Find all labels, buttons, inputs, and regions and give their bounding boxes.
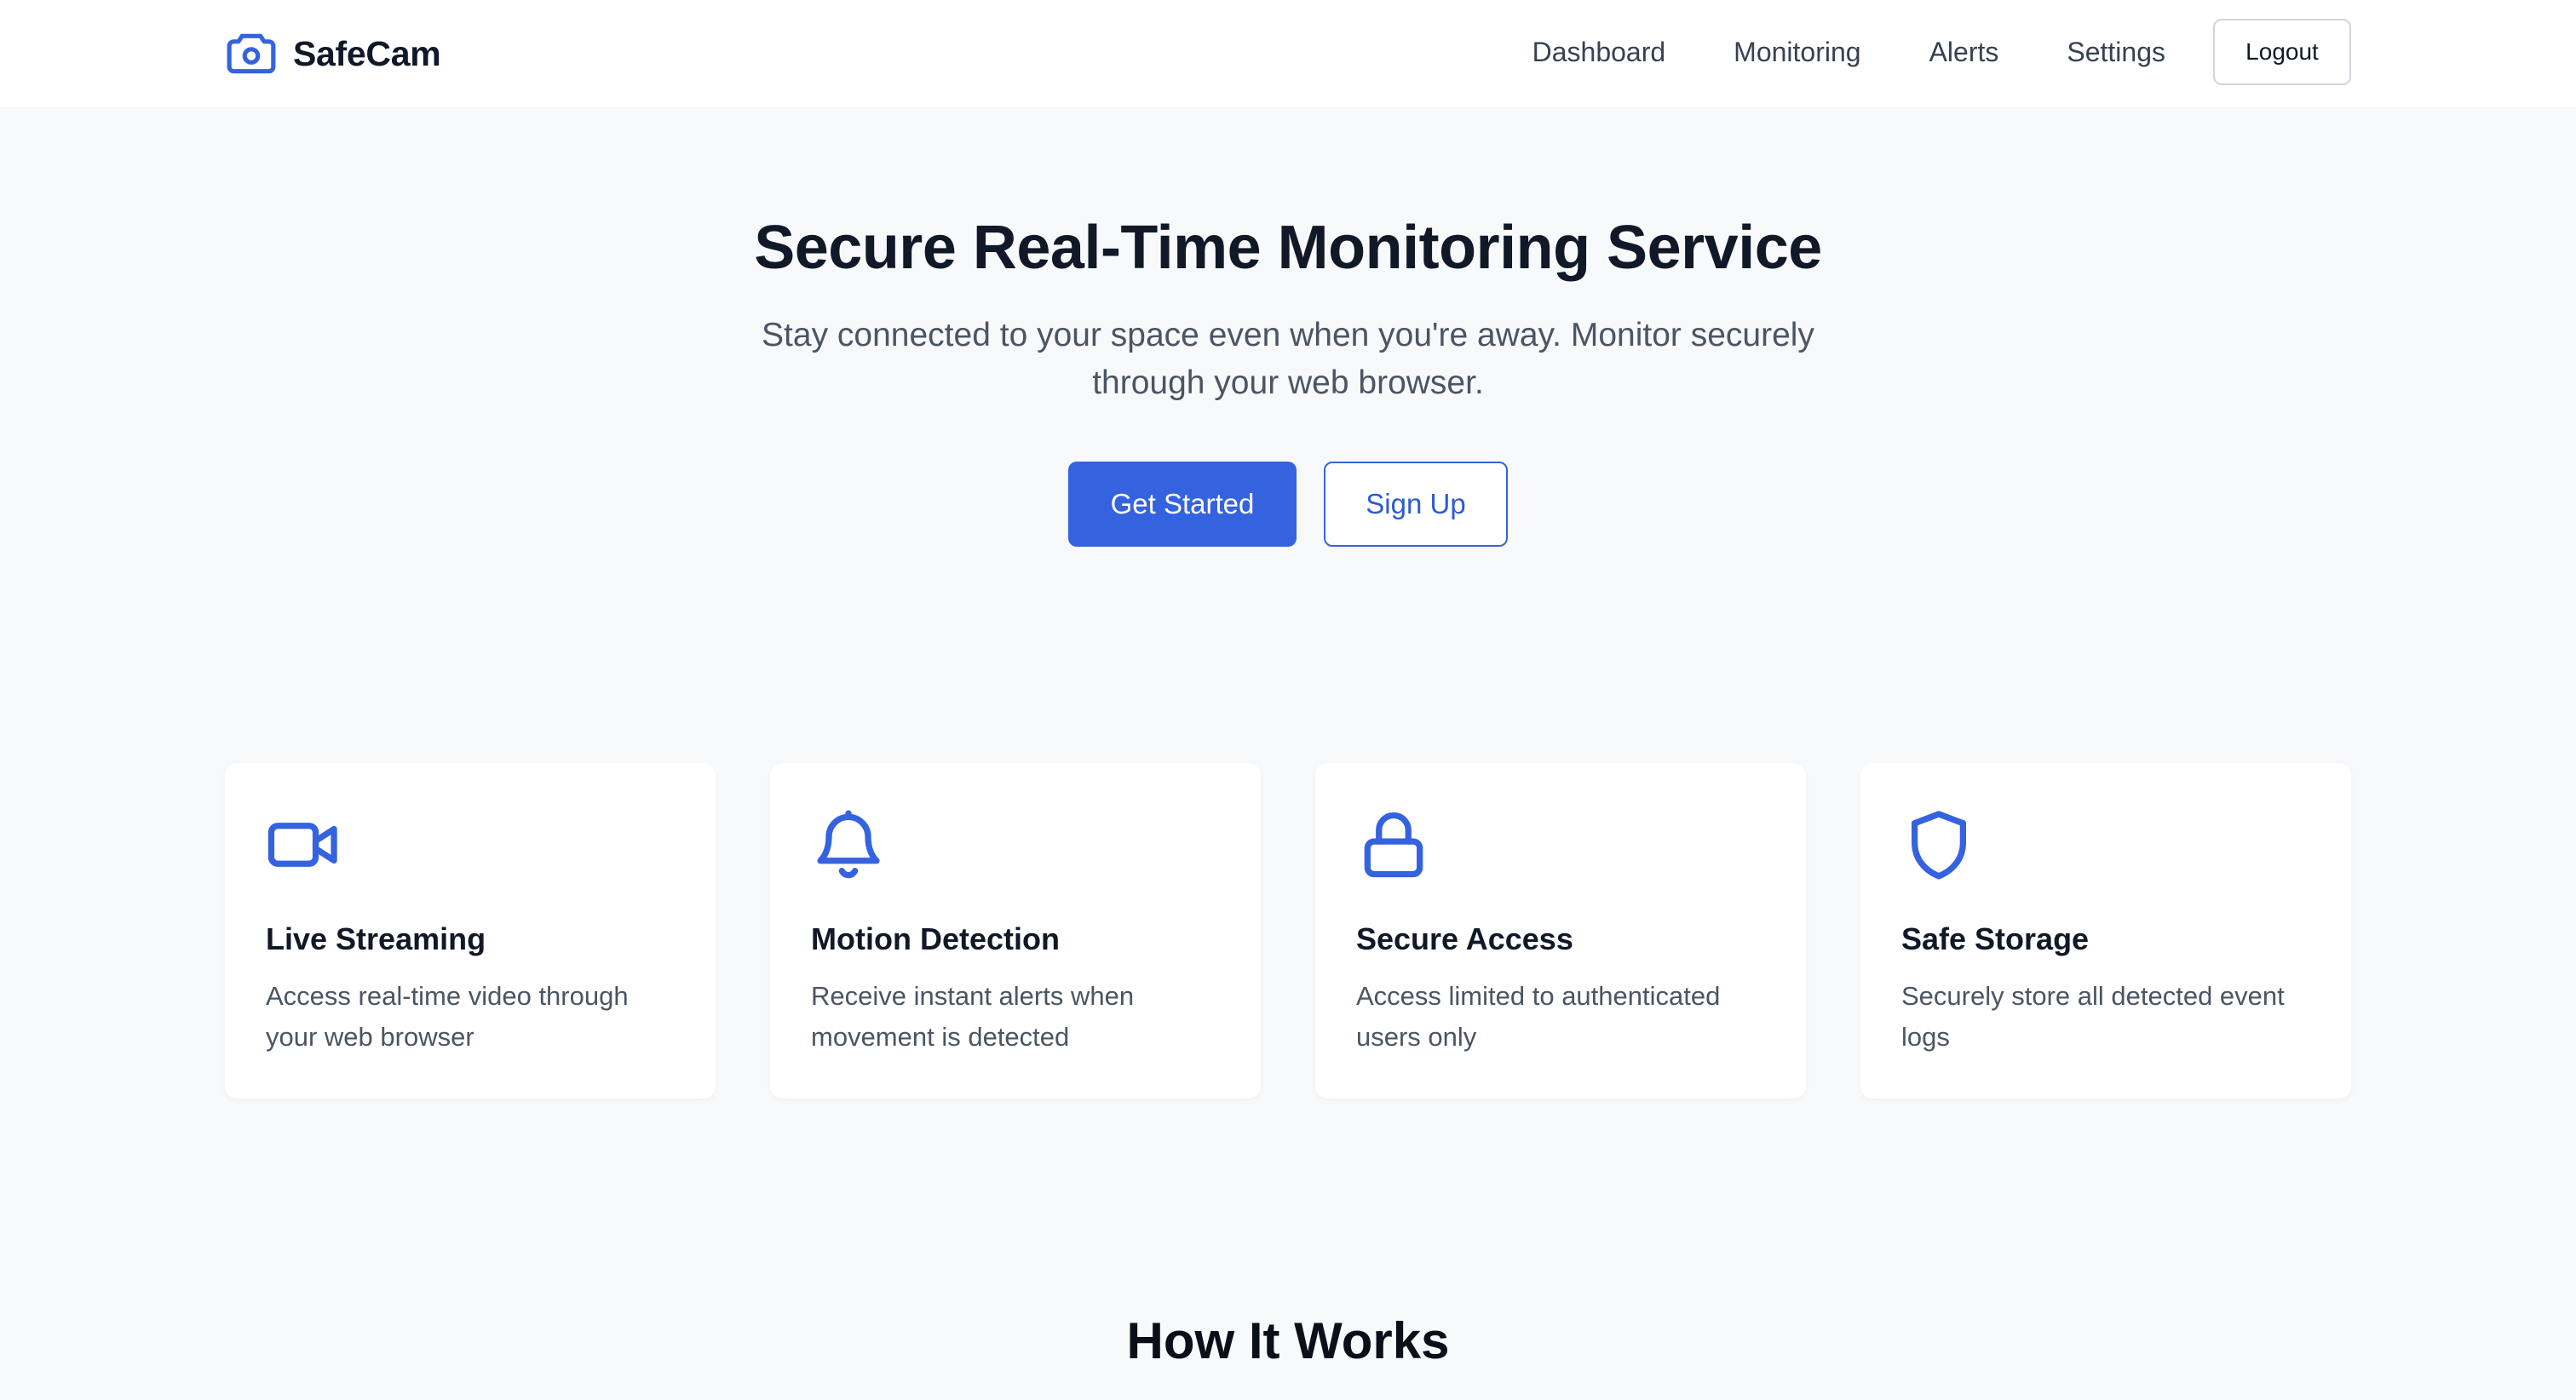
hero-subtitle: Stay connected to your space even when y… <box>762 317 1814 401</box>
camera-icon <box>227 33 276 74</box>
shield-icon <box>1911 811 1967 880</box>
feature-description: Receive instant alerts when movement is … <box>811 981 1135 1052</box>
feature-card-safe-storage: Safe Storage Securely store all detected… <box>1860 763 2351 1099</box>
top-navbar: SafeCam Dashboard Monitoring Alerts Sett… <box>0 0 2576 107</box>
feature-description: Securely store all detected event logs <box>1901 981 2285 1052</box>
feature-title: Secure Access <box>1356 921 1573 956</box>
sign-up-button[interactable]: Sign Up <box>1324 462 1508 547</box>
main-nav: Dashboard Monitoring Alerts Settings Log… <box>1532 19 2351 85</box>
nav-link-monitoring[interactable]: Monitoring <box>1734 37 1860 68</box>
video-camera-icon <box>267 823 337 867</box>
nav-link-dashboard[interactable]: Dashboard <box>1532 37 1666 68</box>
logout-button[interactable]: Logout <box>2213 19 2351 85</box>
brand-logo[interactable]: SafeCam <box>225 29 441 78</box>
hero-title: Secure Real-Time Monitoring Service <box>754 214 1822 282</box>
feature-title: Safe Storage <box>1901 921 2090 956</box>
brand-name: SafeCam <box>293 33 441 73</box>
hero-actions: Get Started Sign Up <box>0 462 2576 547</box>
feature-card-motion-detection: Motion Detection Receive instant alerts … <box>770 763 1261 1099</box>
how-it-works-title: How It Works <box>1126 1312 1450 1369</box>
feature-description: Access limited to authenticated users on… <box>1356 981 1721 1052</box>
get-started-button[interactable]: Get Started <box>1068 462 1297 547</box>
features-section: Live Streaming Access real-time video th… <box>225 763 2351 1099</box>
nav-link-alerts[interactable]: Alerts <box>1929 37 1999 68</box>
feature-card-secure-access: Secure Access Access limited to authenti… <box>1315 763 1806 1099</box>
bell-icon <box>817 810 880 879</box>
feature-description: Access real-time video through your web … <box>266 981 629 1052</box>
feature-card-live-streaming: Live Streaming Access real-time video th… <box>225 763 716 1099</box>
nav-link-settings[interactable]: Settings <box>2067 37 2165 68</box>
feature-title: Motion Detection <box>811 921 1060 956</box>
feature-title: Live Streaming <box>266 921 486 956</box>
lock-icon <box>1364 812 1423 878</box>
